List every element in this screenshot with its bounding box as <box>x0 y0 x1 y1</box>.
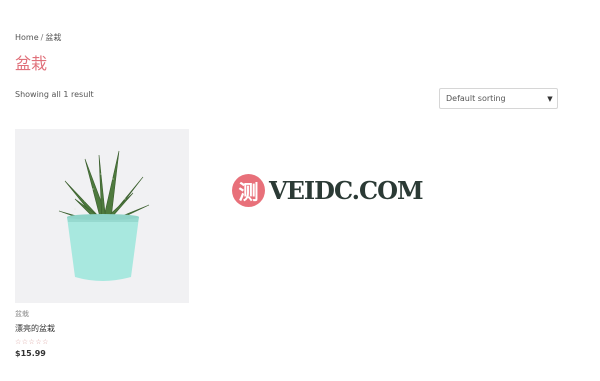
product-price: $15.99 <box>15 349 46 358</box>
product-title[interactable]: 漂亮的盆栽 <box>15 323 189 334</box>
breadcrumb-separator: / <box>40 33 44 42</box>
watermark-badge: 测 <box>232 174 265 207</box>
watermark-text: VEIDC.COM <box>269 176 424 205</box>
result-count: Showing all 1 result <box>15 90 94 99</box>
product-image[interactable] <box>15 129 189 303</box>
sort-dropdown[interactable]: Default sorting ▼ <box>439 88 558 109</box>
product-category[interactable]: 盆栽 <box>15 309 189 319</box>
page-title: 盆栽 <box>15 54 48 73</box>
succulent-pot-illustration <box>58 150 150 281</box>
breadcrumb-current: 盆栽 <box>45 33 62 42</box>
chevron-down-icon: ▼ <box>547 94 553 103</box>
breadcrumb: Home / 盆栽 <box>15 32 61 43</box>
sort-selected-value: Default sorting <box>446 94 506 103</box>
breadcrumb-home-link[interactable]: Home <box>15 33 39 42</box>
star-rating: ☆☆☆☆☆ <box>15 338 49 346</box>
watermark: 测 VEIDC.COM <box>232 174 424 207</box>
product-card[interactable]: 盆栽 漂亮的盆栽 ☆☆☆☆☆ $15.99 <box>15 129 189 358</box>
